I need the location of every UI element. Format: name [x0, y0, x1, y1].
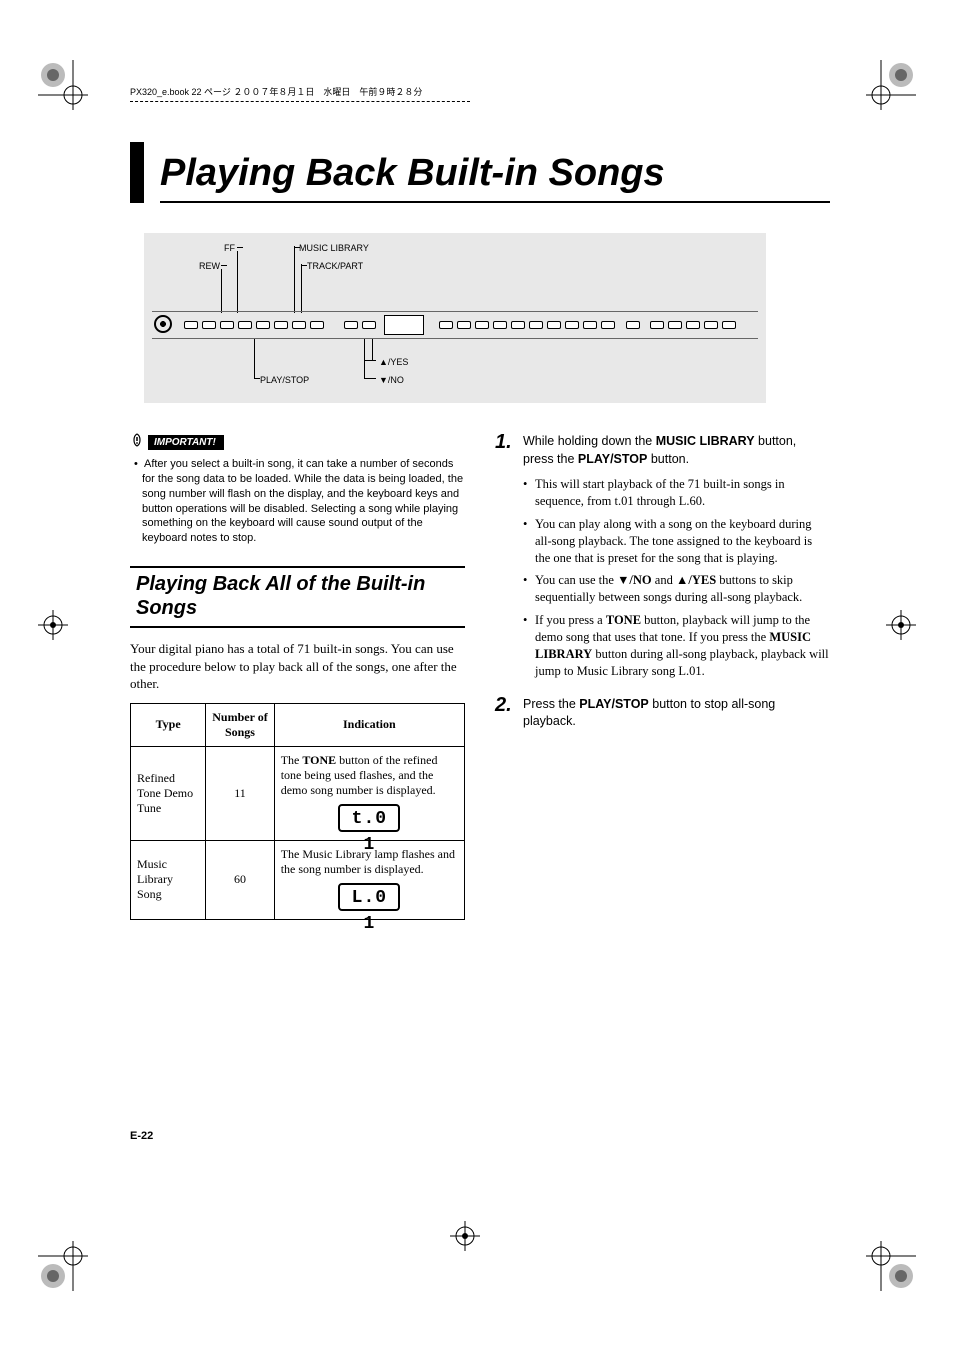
th-count: Number of Songs [206, 703, 274, 746]
cell-count: 11 [206, 746, 274, 840]
th-type: Type [131, 703, 206, 746]
diagram-label-track-part: TRACK/PART [307, 261, 363, 271]
table-row: Refined Tone Demo Tune 11 The TONE butto… [131, 746, 465, 840]
important-text: • After you select a built-in song, it c… [130, 457, 465, 546]
section-heading: Playing Back All of the Built-in Songs [130, 566, 465, 628]
diagram-label-play-stop: PLAY/STOP [260, 375, 309, 385]
cell-indication: The Music Library lamp flashes and the s… [274, 840, 464, 919]
step-text: Press the PLAY/STOP button to stop all-s… [523, 696, 830, 731]
sub-bullet: You can use the ▼/NO and ▲/YES buttons t… [523, 572, 830, 606]
crop-mark-icon [866, 60, 916, 110]
cell-type: Music Library Song [131, 840, 206, 919]
step-text: While holding down the MUSIC LIBRARY but… [523, 433, 830, 468]
diagram-label-music-library: MUSIC LIBRARY [299, 243, 369, 253]
songs-table: Type Number of Songs Indication Refined … [130, 703, 465, 920]
sub-bullet: If you press a TONE button, playback wil… [523, 612, 830, 680]
crop-mark-icon [866, 1241, 916, 1291]
sub-bullet: This will start playback of the 71 built… [523, 476, 830, 510]
crop-mark-icon [450, 1221, 480, 1251]
th-indication: Indication [274, 703, 464, 746]
step-1: While holding down the MUSIC LIBRARY but… [495, 433, 830, 680]
diagram-label-rew: REW [199, 261, 220, 271]
cell-type: Refined Tone Demo Tune [131, 746, 206, 840]
title-bar-icon [130, 142, 144, 203]
important-block: IMPORTANT! • After you select a built-in… [130, 433, 465, 546]
intro-paragraph: Your digital piano has a total of 71 bui… [130, 640, 465, 693]
step-2: Press the PLAY/STOP button to stop all-s… [495, 696, 830, 731]
sub-bullet: You can play along with a song on the ke… [523, 516, 830, 567]
crop-mark-icon [38, 1241, 88, 1291]
important-tag: IMPORTANT! [148, 435, 224, 450]
lcd-screen-icon [384, 315, 424, 335]
left-column: IMPORTANT! • After you select a built-in… [130, 433, 465, 920]
diagram-label-no: ▼/NO [379, 375, 404, 385]
page-title-row: Playing Back Built-in Songs [130, 142, 830, 203]
crop-mark-icon [886, 610, 916, 640]
lcd-display-icon: t.0 1 [338, 804, 400, 832]
crop-mark-icon [38, 60, 88, 110]
volume-knob-icon [154, 315, 172, 333]
diagram-label-yes: ▲/YES [379, 357, 408, 367]
cell-indication: The TONE button of the refined tone bein… [274, 746, 464, 840]
diagram-label-ff: FF [224, 243, 235, 253]
important-icon [130, 433, 144, 451]
lcd-display-icon: L.0 1 [338, 883, 400, 911]
crop-header: PX320_e.book 22 ページ ２００７年８月１日 水曜日 午前９時２８… [130, 85, 470, 102]
right-column: While holding down the MUSIC LIBRARY but… [495, 433, 830, 920]
page-title: Playing Back Built-in Songs [160, 142, 830, 203]
table-row: Music Library Song 60 The Music Library … [131, 840, 465, 919]
cell-count: 60 [206, 840, 274, 919]
page-number: E-22 [130, 1130, 153, 1142]
control-panel-diagram: FF REW MUSIC LIBRARY TRACK/PART PLAY/STO… [144, 233, 766, 403]
crop-mark-icon [38, 610, 68, 640]
